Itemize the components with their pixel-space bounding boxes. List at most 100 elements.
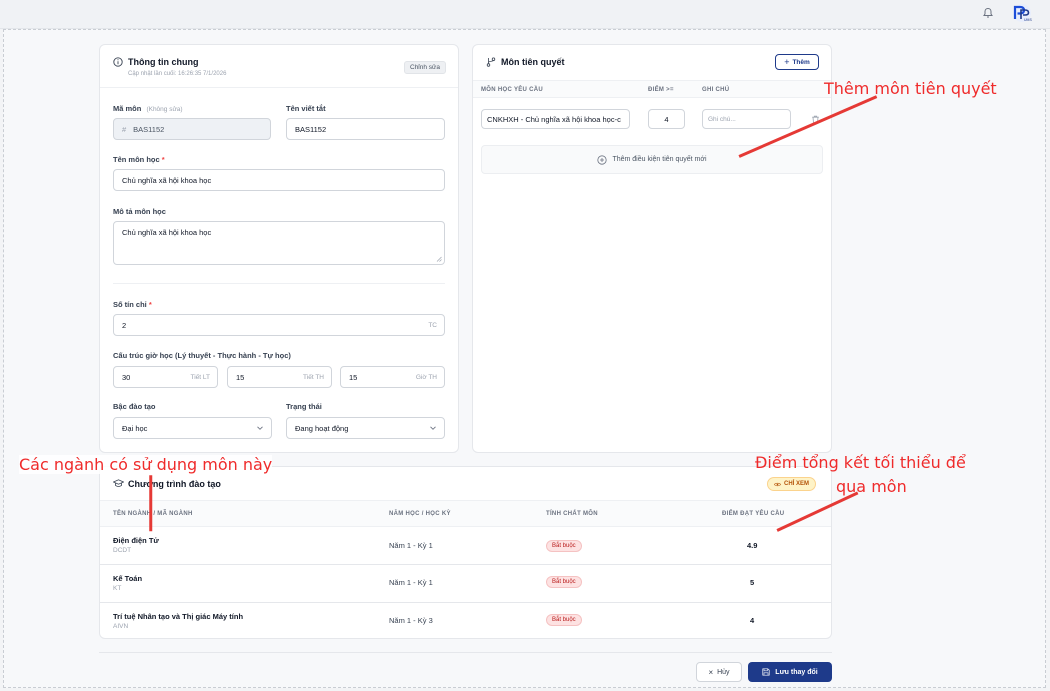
hash-icon: # [122, 124, 127, 134]
code-label-text: Mã môn [113, 104, 142, 113]
hours-practice-value: 15 [236, 372, 245, 382]
short-name-label: Tên viết tắt [286, 104, 326, 113]
code-field: # BAS1152 [113, 118, 271, 140]
required-mark: * [148, 300, 152, 309]
prereq-score-input[interactable]: 4 [648, 109, 685, 129]
hours-self-field[interactable]: 15 Giờ TH [340, 366, 445, 388]
general-info-title: Thông tin chung [128, 57, 199, 67]
required-mark: * [161, 155, 165, 164]
program-term: Năm 1 - Kỳ 1 [389, 578, 433, 587]
save-button[interactable]: Lưu thay đổi [748, 662, 832, 682]
credits-unit: TC [428, 321, 437, 329]
subject-type-badge: Bắt buộc [546, 540, 582, 552]
hours-label: Cấu trúc giờ học (Lý thuyết - Thực hành … [113, 351, 291, 360]
pass-score: 5 [750, 578, 755, 587]
credits-label-text: Số tín chỉ [113, 300, 147, 309]
resize-handle-icon[interactable] [436, 256, 442, 262]
hours-theory-field[interactable]: 30 Tiết LT [113, 366, 218, 388]
prerequisites-title: Môn tiên quyết [501, 57, 565, 67]
program-code: KT [113, 585, 122, 592]
bell-icon[interactable] [982, 7, 994, 19]
status-value: Đang hoạt động [295, 423, 349, 433]
pass-score: 4.9 [747, 541, 758, 550]
col-program: TÊN NGÀNH / MÃ NGÀNH [113, 511, 193, 517]
save-icon [762, 668, 770, 676]
col-term: NĂM HỌC / HỌC KỲ [389, 511, 451, 517]
hours-theory-unit: Tiết LT [190, 373, 210, 381]
chevron-down-icon [257, 426, 263, 430]
add-condition-button[interactable]: Thêm điều kiện tiên quyết mới [481, 145, 823, 174]
view-only-badge: CHỈ XEM [767, 477, 817, 491]
table-row: Kế Toán KT Năm 1 - Kỳ 1 Bắt buộc 5 [100, 565, 831, 602]
description-label: Mô tả môn học [113, 207, 166, 216]
eye-icon [774, 482, 781, 486]
program-code: AIVN [113, 623, 129, 630]
annotation-score-2: qua môn [836, 477, 907, 496]
subject-type-badge: Bắt buộc [546, 614, 582, 626]
pass-score: 4 [750, 616, 755, 625]
level-select[interactable]: Đại học [113, 417, 272, 439]
short-name-field[interactable]: BAS1152 [286, 118, 445, 140]
annotation-programs: Các ngành có sử dụng môn này [19, 455, 273, 474]
program-term: Năm 1 - Kỳ 3 [389, 616, 433, 625]
subject-name-field[interactable]: Chủ nghĩa xã hội khoa học [113, 169, 445, 191]
level-label: Bậc đào tạo [113, 402, 156, 411]
graduation-cap-icon [113, 479, 124, 487]
add-prerequisite-button[interactable]: + Thêm [775, 54, 819, 70]
cancel-label: Hủy [717, 668, 730, 676]
view-only-label: CHỈ XEM [784, 481, 810, 487]
programs-title: Chương trình đào tạo [128, 479, 221, 489]
table-row: Trí tuệ Nhân tạo và Thị giác Máy tính AI… [100, 603, 831, 639]
status-label: Trạng thái [286, 402, 322, 411]
prereq-note-input[interactable]: Ghi chú... [702, 109, 791, 129]
branch-icon [486, 57, 496, 67]
top-bar: UMS [0, 0, 1050, 29]
info-icon [113, 57, 123, 67]
annotation-prereq: Thêm môn tiên quyết [824, 79, 997, 98]
program-name: Trí tuệ Nhân tạo và Thị giác Máy tính [113, 612, 244, 621]
credits-value: 2 [122, 320, 127, 330]
program-term: Năm 1 - Kỳ 1 [389, 541, 433, 550]
description-value: Chủ nghĩa xã hội khoa học [122, 228, 212, 237]
col-type: TÍNH CHẤT MÔN [546, 511, 598, 517]
code-note: (Không sửa) [146, 106, 183, 113]
app-logo: UMS [1013, 4, 1032, 22]
hours-self-unit: Giờ TH [415, 373, 437, 381]
subject-name-value: Chủ nghĩa xã hội khoa học [122, 175, 212, 185]
annotation-line [149, 475, 153, 532]
plus-circle-icon [597, 154, 608, 165]
col-note: GHI CHÚ [702, 87, 730, 93]
code-value: BAS1152 [133, 124, 165, 134]
prereq-table-header: MÔN HỌC YÊU CẦU ĐIỂM >= GHI CHÚ [473, 80, 831, 98]
table-row: Điện điện Tử DCDT Năm 1 - Kỳ 1 Bắt buộc … [100, 527, 831, 564]
programs-table-header: TÊN NGÀNH / MÃ NGÀNH NĂM HỌC / HỌC KỲ TÍ… [100, 500, 831, 527]
divider [100, 87, 458, 88]
col-subject: MÔN HỌC YÊU CẦU [481, 87, 544, 93]
status-select[interactable]: Đang hoạt động [286, 417, 445, 439]
credits-label: Số tín chỉ * [113, 300, 152, 309]
prereq-subject-select[interactable]: CNKHXH - Chủ nghĩa xã hội khoa học-c [481, 109, 630, 129]
prereq-note-placeholder: Ghi chú... [708, 115, 736, 123]
subject-type-badge: Bắt buộc [546, 576, 582, 588]
plus-icon: + [784, 57, 790, 67]
short-name-value: BAS1152 [295, 124, 327, 134]
add-label: Thêm [792, 58, 810, 66]
hours-self-value: 15 [349, 372, 358, 382]
col-pass-score: ĐIỂM ĐẠT YÊU CẦU [722, 511, 785, 517]
close-icon: × [708, 667, 714, 677]
credits-field[interactable]: 2 TC [113, 314, 445, 336]
prereq-subject-value: CNKHXH - Chủ nghĩa xã hội khoa học-c [487, 114, 621, 124]
subject-name-label-text: Tên môn học [113, 155, 160, 164]
hours-practice-field[interactable]: 15 Tiết TH [227, 366, 332, 388]
description-field[interactable]: Chủ nghĩa xã hội khoa học [113, 221, 445, 265]
edit-button[interactable]: Chỉnh sửa [404, 61, 447, 74]
prerequisites-card: Môn tiên quyết + Thêm MÔN HỌC YÊU CẦU ĐI… [472, 44, 832, 453]
program-code: DCDT [113, 547, 132, 554]
cancel-button[interactable]: × Hủy [696, 662, 742, 682]
save-label: Lưu thay đổi [775, 668, 818, 676]
prereq-score-value: 4 [664, 114, 669, 124]
col-score: ĐIỂM >= [648, 87, 674, 93]
general-info-card: Thông tin chung Cập nhật lần cuối: 16:26… [99, 44, 459, 453]
section-divider [113, 283, 445, 284]
program-name: Điện điện Tử [113, 536, 159, 545]
